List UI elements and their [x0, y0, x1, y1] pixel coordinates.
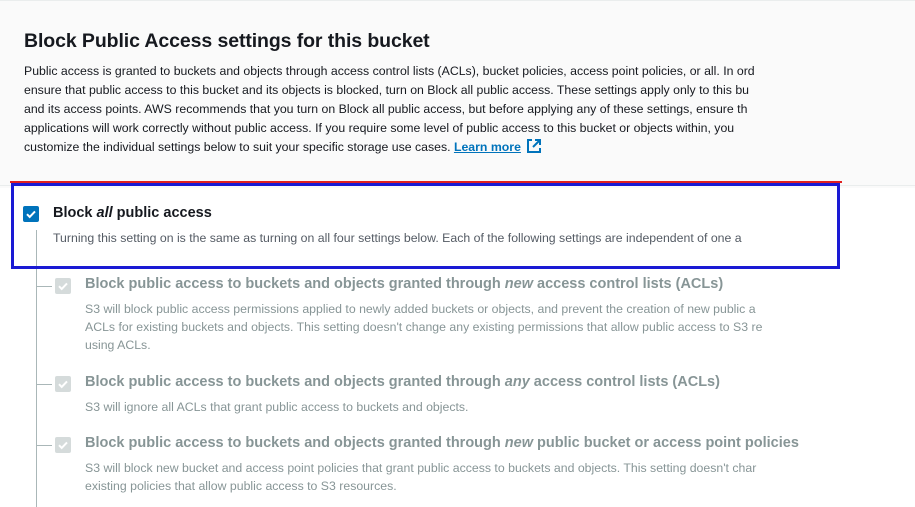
- block-any-acls-description: S3 will ignore all ACLs that grant publi…: [85, 398, 468, 416]
- block-all-label[interactable]: Block all public access: [53, 205, 212, 221]
- block-new-policies-description: S3 will block new bucket and access poin…: [85, 459, 756, 495]
- checkmark-icon: [58, 380, 68, 389]
- label-text: Block public access to buckets and objec…: [85, 276, 505, 292]
- description-line: S3 will block public access permissions …: [85, 302, 756, 316]
- checkmark-icon: [58, 282, 68, 291]
- label-emphasis: any: [504, 374, 530, 390]
- label-emphasis: all: [96, 205, 113, 221]
- block-new-policies-label: Block public access to buckets and objec…: [85, 435, 799, 451]
- description-text: customize the individual settings below …: [24, 140, 451, 154]
- block-any-acls-label: Block public access to buckets and objec…: [85, 374, 720, 390]
- description-line-last: customize the individual settings below …: [24, 138, 915, 157]
- tree-connector-tick: [36, 286, 52, 287]
- tree-connector-tick: [36, 445, 52, 446]
- bpa-settings-panel: Block Public Access settings for this bu…: [0, 0, 915, 188]
- block-any-acls-checkbox: [55, 376, 71, 392]
- block-new-acls-description: S3 will block public access permissions …: [85, 300, 762, 354]
- description-line: S3 will ignore all ACLs that grant publi…: [85, 400, 469, 414]
- annotation-red-line: [10, 181, 842, 183]
- divider: [0, 185, 915, 186]
- label-text: public access: [112, 205, 212, 221]
- label-text: Block public access to buckets and objec…: [85, 435, 505, 451]
- description-line: existing policies that allow public acce…: [85, 479, 397, 493]
- description-line: using ACLs.: [85, 338, 151, 352]
- panel-description: Public access is granted to buckets and …: [24, 62, 915, 157]
- block-new-policies-checkbox: [55, 437, 71, 453]
- description-line: and its access points. AWS recommends th…: [24, 102, 748, 116]
- label-text: public bucket or access point policies: [532, 435, 799, 451]
- block-new-acls-checkbox: [55, 278, 71, 294]
- external-link-icon[interactable]: [526, 138, 542, 154]
- page: Block Public Access settings for this bu…: [0, 0, 915, 507]
- description-line: S3 will block new bucket and access poin…: [85, 461, 757, 475]
- panel-title: Block Public Access settings for this bu…: [24, 30, 430, 52]
- label-text: access control lists (ACLs): [532, 276, 724, 292]
- description-line: applications will work correctly without…: [24, 121, 735, 135]
- annotation-highlight-box: [11, 183, 840, 269]
- tree-connector-line: [36, 230, 37, 507]
- block-new-acls-label: Block public access to buckets and objec…: [85, 276, 723, 292]
- description-line: ensure that public access to this bucket…: [24, 83, 749, 97]
- learn-more-link[interactable]: Learn more: [454, 140, 521, 154]
- block-all-description: Turning this setting on is the same as t…: [53, 231, 742, 245]
- label-emphasis: new: [504, 435, 533, 451]
- label-emphasis: new: [504, 276, 533, 292]
- description-line: ACLs for existing buckets and objects. T…: [85, 320, 763, 334]
- checkmark-icon: [26, 210, 36, 219]
- label-text: Block public access to buckets and objec…: [85, 374, 505, 390]
- block-all-checkbox[interactable]: [23, 206, 39, 222]
- checkmark-icon: [58, 441, 68, 450]
- tree-connector-tick: [36, 384, 52, 385]
- label-text: access control lists (ACLs): [529, 374, 720, 390]
- label-text: Block: [53, 205, 97, 221]
- description-line: Public access is granted to buckets and …: [24, 64, 755, 78]
